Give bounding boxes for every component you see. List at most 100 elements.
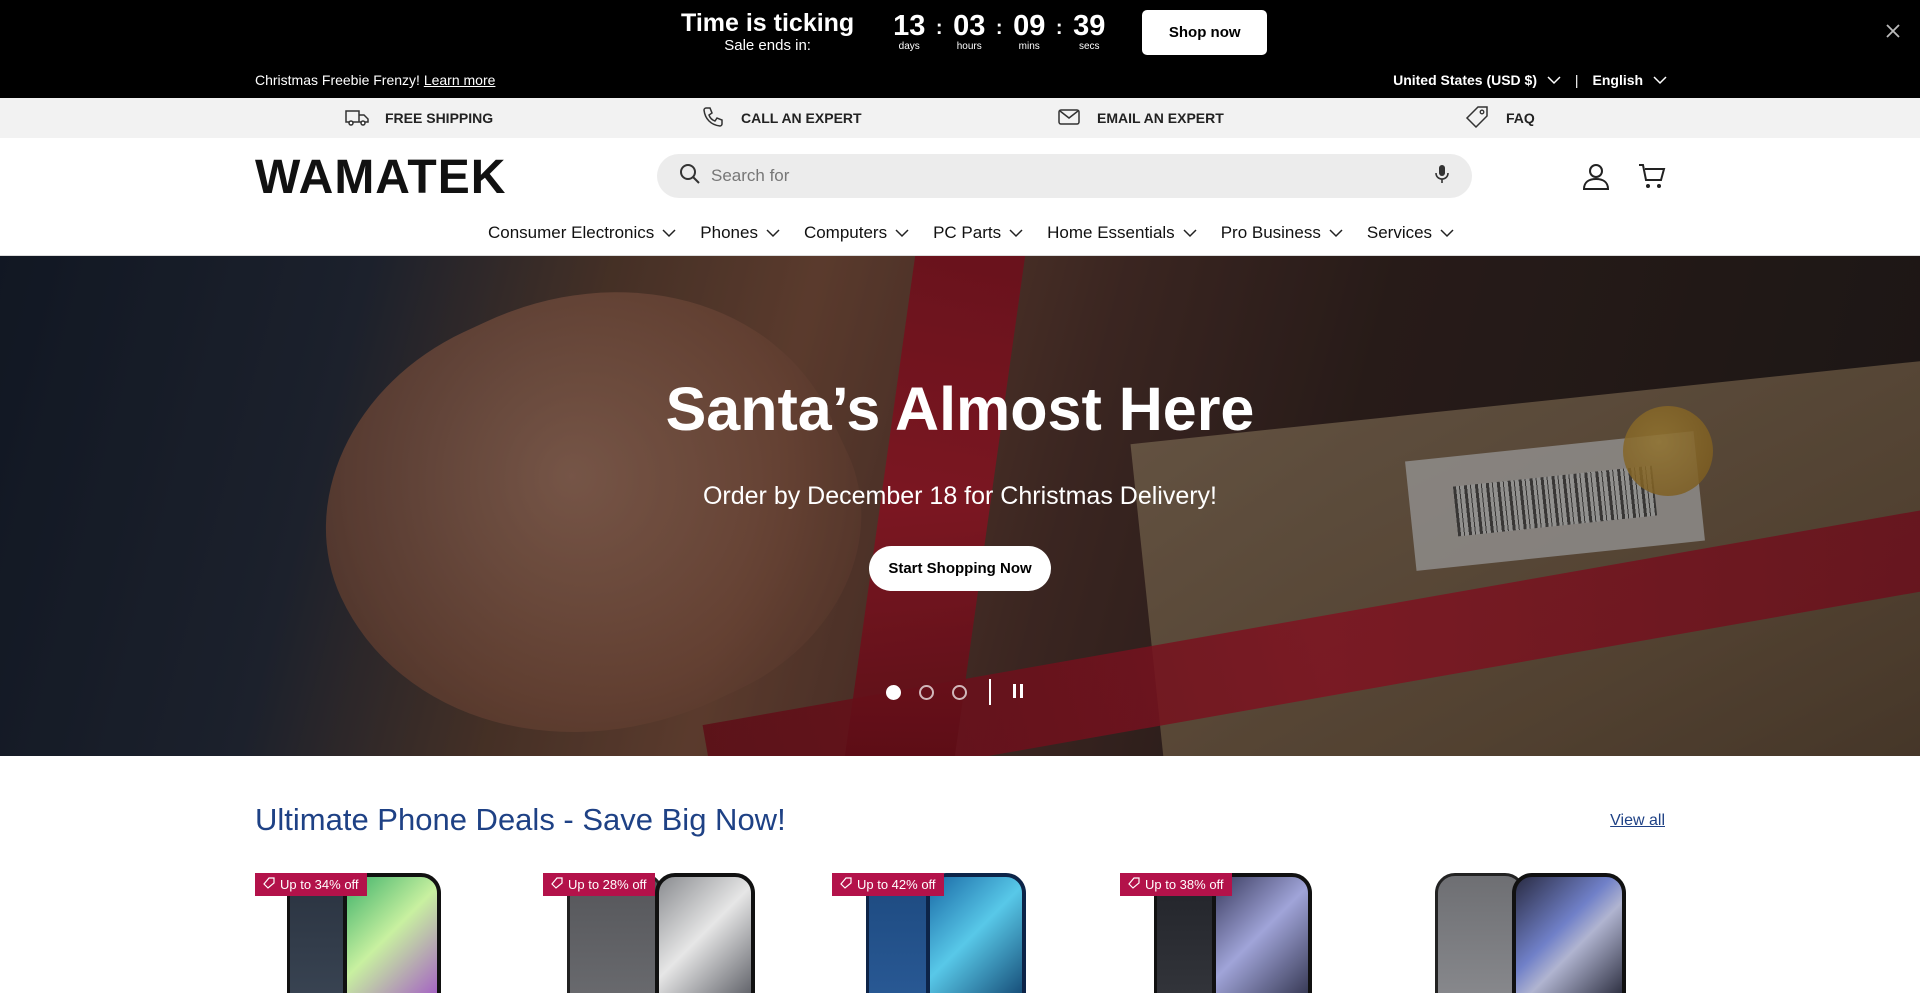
pause-icon[interactable] bbox=[1013, 684, 1029, 700]
nav-item-services[interactable]: Services bbox=[1367, 223, 1454, 243]
info-bar: FREE SHIPPING CALL AN EXPERT EMAIL AN EX… bbox=[0, 98, 1920, 138]
site-header: WAMATEK bbox=[0, 138, 1920, 212]
countdown-mins-label: mins bbox=[1018, 41, 1040, 52]
countdown-mins: 09 mins bbox=[1006, 11, 1052, 53]
info-item-email-expert[interactable]: EMAIL AN EXPERT bbox=[1057, 98, 1224, 138]
search-input[interactable] bbox=[711, 166, 1434, 186]
chevron-down-icon bbox=[895, 223, 909, 243]
countdown-hours-value: 03 bbox=[953, 10, 986, 42]
view-all-link[interactable]: View all bbox=[1610, 812, 1665, 830]
countdown-separator: : bbox=[995, 16, 1003, 39]
info-item-call-expert[interactable]: CALL AN EXPERT bbox=[701, 98, 862, 138]
countdown-secs: 39 secs bbox=[1066, 11, 1112, 53]
tag-icon bbox=[551, 877, 563, 892]
product-card[interactable]: Up to 28% off bbox=[543, 873, 773, 993]
chevron-down-icon bbox=[662, 223, 676, 243]
chevron-down-icon bbox=[766, 223, 780, 243]
logo-graphic: WAMATEK bbox=[255, 151, 506, 204]
announcement: Christmas Freebie Frenzy! Learn more bbox=[255, 72, 495, 88]
discount-label: Up to 34% off bbox=[280, 877, 359, 892]
discount-label: Up to 38% off bbox=[1145, 877, 1224, 892]
discount-label: Up to 28% off bbox=[568, 877, 647, 892]
hero-title: Santa’s Almost Here bbox=[665, 375, 1255, 443]
countdown: Time is ticking Sale ends in: 13 days : … bbox=[681, 8, 1268, 56]
nav-item-pro-business[interactable]: Pro Business bbox=[1221, 223, 1343, 243]
countdown-hours-label: hours bbox=[956, 41, 982, 52]
slideshow-divider bbox=[989, 679, 991, 705]
countdown-bar: Time is ticking Sale ends in: 13 days : … bbox=[0, 0, 1920, 64]
countdown-days-value: 13 bbox=[893, 10, 926, 42]
nav-item-home-essentials[interactable]: Home Essentials bbox=[1047, 223, 1197, 243]
discount-badge: Up to 34% off bbox=[255, 873, 367, 896]
account-icon[interactable] bbox=[1580, 160, 1612, 192]
product-card[interactable]: Up to 38% off bbox=[1120, 873, 1350, 993]
nav-item-consumer-electronics[interactable]: Consumer Electronics bbox=[488, 223, 676, 243]
language-selector[interactable]: English bbox=[1593, 72, 1667, 88]
info-item-faq[interactable]: FAQ bbox=[1464, 98, 1535, 138]
chevron-down-icon bbox=[1329, 223, 1343, 243]
nav-item-pc-parts[interactable]: PC Parts bbox=[933, 223, 1023, 243]
nav-list: Consumer Electronics Phones Computers PC Pa… bbox=[488, 223, 1454, 243]
discount-badge: Up to 38% off bbox=[1120, 873, 1232, 896]
discount-badge: Up to 42% off bbox=[832, 873, 944, 896]
countdown-separator: : bbox=[935, 16, 943, 39]
tag-icon bbox=[263, 877, 275, 892]
discount-badge: Up to 28% off bbox=[543, 873, 655, 896]
product-card[interactable] bbox=[1432, 873, 1662, 993]
countdown-text: Time is ticking Sale ends in: bbox=[681, 9, 855, 55]
site-logo[interactable]: WAMATEK bbox=[255, 151, 555, 204]
close-icon[interactable] bbox=[1882, 20, 1904, 42]
tag-icon bbox=[1464, 104, 1490, 133]
locale-selectors: United States (USD $) | English bbox=[1393, 72, 1667, 88]
nav-item-label: Consumer Electronics bbox=[488, 223, 655, 242]
slide-dot-2[interactable] bbox=[919, 684, 934, 700]
mail-icon bbox=[1057, 107, 1081, 130]
section-title: Ultimate Phone Deals - Save Big Now! bbox=[255, 802, 786, 837]
product-card[interactable]: Up to 34% off bbox=[255, 873, 485, 993]
cart-icon[interactable] bbox=[1636, 160, 1668, 192]
nav-item-label: Computers bbox=[803, 223, 888, 242]
countdown-title: Time is ticking bbox=[681, 9, 855, 37]
nav-item-label: Phones bbox=[700, 223, 758, 242]
product-list: Up to 34% off Up to 28% off Up to 42% of… bbox=[255, 873, 1665, 993]
search-icon[interactable] bbox=[679, 163, 701, 190]
product-card[interactable]: Up to 42% off bbox=[832, 873, 1062, 993]
learn-more-link[interactable]: Learn more bbox=[424, 72, 496, 88]
country-selector[interactable]: United States (USD $) bbox=[1393, 72, 1561, 88]
microphone-icon[interactable] bbox=[1434, 163, 1450, 190]
chevron-down-icon bbox=[1009, 223, 1023, 243]
nav-item-phones[interactable]: Phones bbox=[700, 223, 780, 243]
slideshow-controls bbox=[886, 679, 1029, 705]
shop-now-button[interactable]: Shop now bbox=[1142, 9, 1268, 55]
info-item-free-shipping[interactable]: FREE SHIPPING bbox=[345, 98, 493, 138]
start-shopping-button[interactable]: Start Shopping Now bbox=[869, 546, 1051, 591]
info-item-label: CALL AN EXPERT bbox=[741, 110, 862, 126]
nav-item-label: PC Parts bbox=[933, 223, 1002, 242]
language-label: English bbox=[1592, 72, 1644, 88]
chevron-down-icon bbox=[1653, 72, 1667, 88]
announcement-text: Christmas Freebie Frenzy! bbox=[255, 72, 420, 88]
phone-icon bbox=[701, 105, 725, 132]
slide-dot-1[interactable] bbox=[886, 684, 901, 700]
countdown-days-label: days bbox=[898, 41, 920, 52]
countdown-mins-value: 09 bbox=[1013, 10, 1046, 42]
countdown-hours: 03 hours bbox=[946, 11, 992, 53]
hero-subtitle: Order by December 18 for Christmas Deliv… bbox=[702, 482, 1218, 510]
search-bar bbox=[657, 154, 1472, 198]
nav-item-label: Services bbox=[1366, 223, 1433, 242]
hero-banner: Santa’s Almost Here Order by December 18… bbox=[0, 256, 1920, 756]
nav-item-label: Pro Business bbox=[1220, 223, 1321, 242]
tag-icon bbox=[1128, 877, 1140, 892]
logo-text: WAMATEK bbox=[255, 155, 506, 197]
product-image-phone-front bbox=[655, 873, 755, 993]
info-item-label: EMAIL AN EXPERT bbox=[1097, 110, 1224, 126]
hero-content: Santa’s Almost Here Order by December 18… bbox=[0, 256, 1920, 756]
nav-item-computers[interactable]: Computers bbox=[804, 223, 909, 243]
slide-dot-3[interactable] bbox=[952, 684, 967, 700]
country-label: United States (USD $) bbox=[1393, 72, 1538, 88]
countdown-days: 13 days bbox=[886, 11, 932, 53]
nav-item-label: Home Essentials bbox=[1047, 223, 1175, 242]
locale-divider: | bbox=[1574, 72, 1579, 88]
main-nav: Consumer Electronics Phones Computers PC Pa… bbox=[0, 212, 1920, 256]
countdown-secs-label: secs bbox=[1078, 41, 1100, 52]
